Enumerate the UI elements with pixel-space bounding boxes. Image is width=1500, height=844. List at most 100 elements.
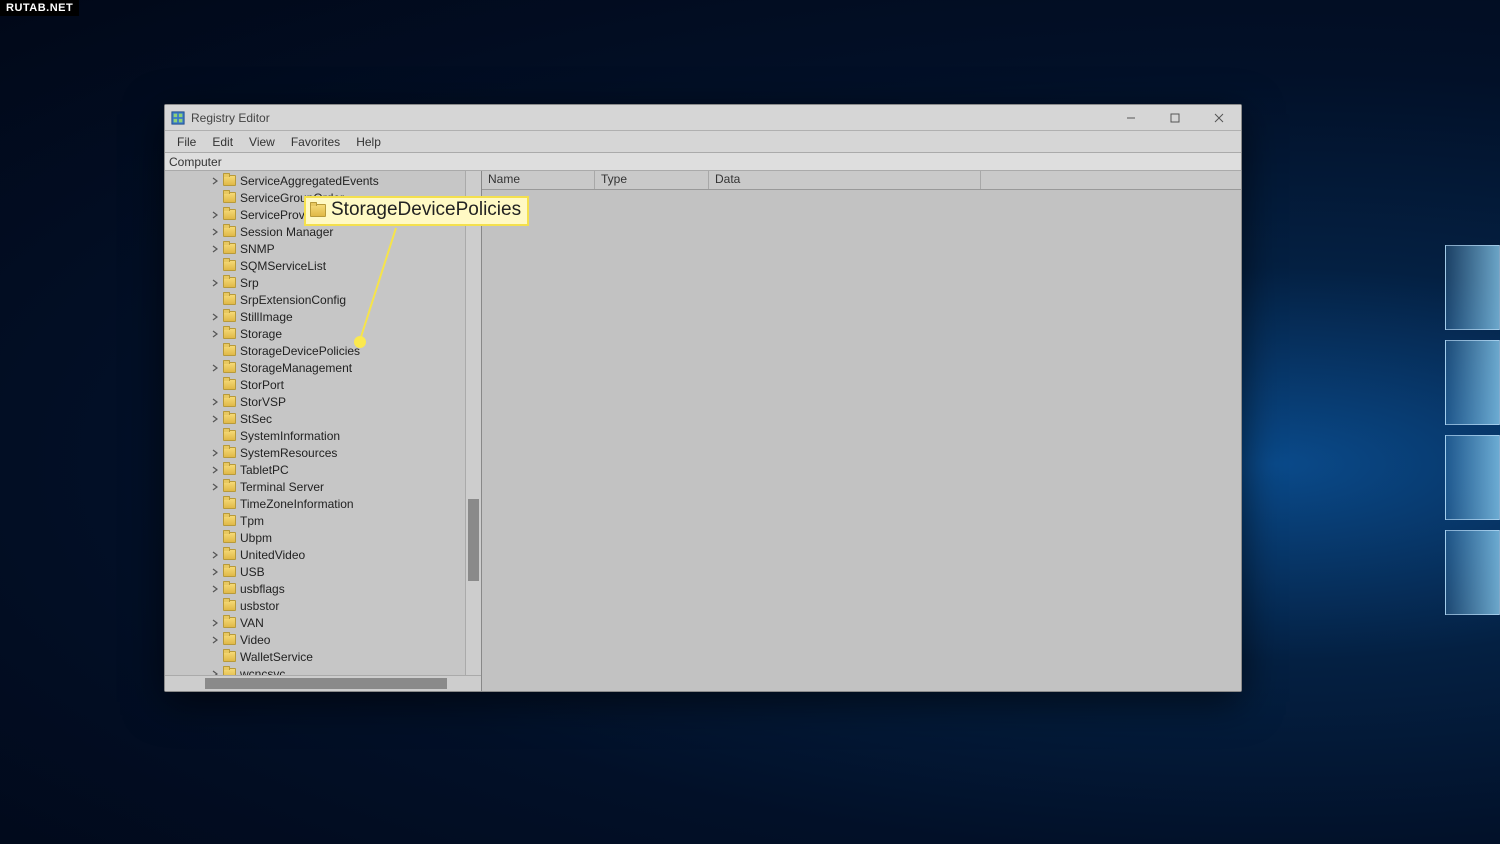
watermark: RUTAB.NET (0, 0, 79, 16)
column-name[interactable]: Name (482, 171, 595, 189)
tree-item-label: Storage (240, 327, 282, 341)
tree-item-label: ServiceProvider (240, 208, 325, 222)
chevron-right-icon[interactable] (209, 481, 221, 493)
tree-item-label: ServiceGroupOrder (240, 191, 344, 205)
chevron-right-icon[interactable] (209, 634, 221, 646)
menu-edit[interactable]: Edit (204, 133, 241, 151)
tree-item-label: Terminal Server (240, 480, 324, 494)
tree-item-label: Ubpm (240, 531, 272, 545)
tree-item[interactable]: StillImage (165, 308, 463, 325)
tree-item[interactable]: usbflags (165, 580, 463, 597)
tree-item[interactable]: Video (165, 631, 463, 648)
tree-item[interactable]: Srp (165, 274, 463, 291)
chevron-right-icon[interactable] (209, 175, 221, 187)
tree-item[interactable]: SNMP (165, 240, 463, 257)
tree-item[interactable]: USB (165, 563, 463, 580)
tree-item[interactable]: ServiceGroupOrder (165, 189, 463, 206)
tree-item[interactable]: SQMServiceList (165, 257, 463, 274)
chevron-right-icon[interactable] (209, 243, 221, 255)
menu-view[interactable]: View (241, 133, 283, 151)
tree-item[interactable]: ServiceAggregatedEvents (165, 172, 463, 189)
chevron-right-icon[interactable] (209, 209, 221, 221)
chevron-right-icon[interactable] (209, 617, 221, 629)
tree-item[interactable]: SystemResources (165, 444, 463, 461)
chevron-right-icon[interactable] (209, 668, 221, 676)
tree-item[interactable]: ServiceProvider (165, 206, 463, 223)
folder-icon (223, 175, 236, 186)
maximize-button[interactable] (1153, 105, 1197, 131)
chevron-right-icon[interactable] (209, 447, 221, 459)
folder-icon (223, 447, 236, 458)
tree-item[interactable]: VAN (165, 614, 463, 631)
folder-icon (223, 583, 236, 594)
tree-item[interactable]: TabletPC (165, 461, 463, 478)
registry-tree[interactable]: ServiceAggregatedEvents ServiceGroupOrder… (165, 171, 463, 675)
chevron-right-icon[interactable] (209, 328, 221, 340)
folder-icon (223, 328, 236, 339)
folder-icon (223, 600, 236, 611)
tree-item-label: SystemResources (240, 446, 337, 460)
menu-help[interactable]: Help (348, 133, 389, 151)
scrollbar-thumb[interactable] (205, 678, 447, 689)
tree-item[interactable]: StorageManagement (165, 359, 463, 376)
list-pane: Name Type Data (482, 171, 1241, 691)
chevron-right-icon[interactable] (209, 226, 221, 238)
tree-horizontal-scrollbar[interactable] (165, 675, 481, 691)
tree-item[interactable]: UnitedVideo (165, 546, 463, 563)
tree-item[interactable]: Ubpm (165, 529, 463, 546)
tree-item[interactable]: StorPort (165, 376, 463, 393)
folder-icon (223, 396, 236, 407)
minimize-button[interactable] (1109, 105, 1153, 131)
tree-item[interactable]: Session Manager (165, 223, 463, 240)
chevron-right-icon[interactable] (209, 362, 221, 374)
tree-item-label: wcncsvc (240, 667, 285, 676)
tree-item[interactable]: SystemInformation (165, 427, 463, 444)
chevron-right-icon[interactable] (209, 311, 221, 323)
close-button[interactable] (1197, 105, 1241, 131)
titlebar[interactable]: Registry Editor (165, 105, 1241, 131)
tree-item[interactable]: StorVSP (165, 393, 463, 410)
folder-icon (223, 345, 236, 356)
tree-item-label: TimeZoneInformation (240, 497, 354, 511)
folder-icon (223, 634, 236, 645)
folder-icon (223, 362, 236, 373)
folder-icon (223, 311, 236, 322)
windows-logo-decor (1440, 245, 1500, 610)
tree-item[interactable]: wcncsvc (165, 665, 463, 675)
chevron-right-icon[interactable] (209, 583, 221, 595)
folder-icon (223, 651, 236, 662)
tree-item[interactable]: WalletService (165, 648, 463, 665)
folder-icon (223, 192, 236, 203)
folder-icon (223, 566, 236, 577)
tree-item-label: USB (240, 565, 265, 579)
column-type[interactable]: Type (595, 171, 709, 189)
tree-item[interactable]: Tpm (165, 512, 463, 529)
tree-item[interactable]: usbstor (165, 597, 463, 614)
tree-item-label: Srp (240, 276, 259, 290)
tree-item-label: SNMP (240, 242, 275, 256)
chevron-right-icon[interactable] (209, 413, 221, 425)
address-bar[interactable]: Computer (165, 153, 1241, 171)
scrollbar-thumb[interactable] (468, 499, 479, 581)
chevron-right-icon[interactable] (209, 277, 221, 289)
tree-item[interactable]: StSec (165, 410, 463, 427)
chevron-right-icon[interactable] (209, 464, 221, 476)
folder-icon (223, 430, 236, 441)
folder-icon (223, 277, 236, 288)
column-data[interactable]: Data (709, 171, 981, 189)
tree-item-label: UnitedVideo (240, 548, 305, 562)
address-text: Computer (169, 155, 222, 169)
tree-item[interactable]: StorageDevicePolicies (165, 342, 463, 359)
chevron-right-icon[interactable] (209, 396, 221, 408)
menu-file[interactable]: File (169, 133, 204, 151)
tree-item[interactable]: SrpExtensionConfig (165, 291, 463, 308)
menu-favorites[interactable]: Favorites (283, 133, 348, 151)
chevron-right-icon[interactable] (209, 549, 221, 561)
chevron-right-icon[interactable] (209, 566, 221, 578)
tree-item[interactable]: Storage (165, 325, 463, 342)
tree-item[interactable]: Terminal Server (165, 478, 463, 495)
folder-icon (223, 209, 236, 220)
tree-vertical-scrollbar[interactable] (465, 171, 481, 675)
tree-item-label: usbflags (240, 582, 285, 596)
tree-item[interactable]: TimeZoneInformation (165, 495, 463, 512)
